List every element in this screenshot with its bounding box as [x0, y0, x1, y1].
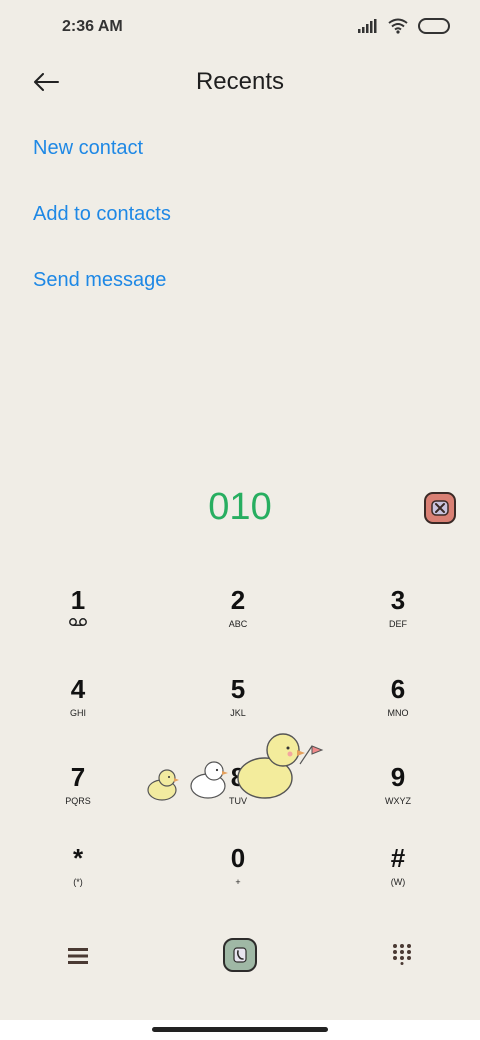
key-hash[interactable]: # (W) [338, 843, 458, 913]
dialer-screen: 2:36 AM Recents New contact Add to conta… [0, 0, 480, 1040]
key-2[interactable]: 2 ABC [178, 585, 298, 655]
key-1[interactable]: 1 [18, 585, 138, 655]
status-icons [358, 18, 450, 34]
key-letters: MNO [387, 708, 409, 718]
key-digit: 4 [70, 674, 86, 704]
key-6[interactable]: 6 MNO [338, 674, 458, 744]
key-digit: 0 [230, 843, 246, 873]
key-letters: PQRS [65, 796, 91, 806]
menu-button[interactable] [64, 942, 92, 970]
home-indicator[interactable] [152, 1027, 328, 1032]
key-letters: GHI [69, 708, 86, 718]
key-9[interactable]: 9 WXYZ [338, 762, 458, 832]
key-digit: # [390, 843, 406, 873]
page-title: Recents [195, 68, 285, 95]
big-duck-icon [237, 733, 324, 799]
call-button[interactable] [223, 938, 257, 972]
add-to-contacts-link[interactable]: Add to contacts [33, 203, 171, 226]
wifi-icon [388, 18, 408, 34]
key-letters: WXYZ [385, 796, 411, 806]
menu-icon [68, 948, 88, 964]
key-letters: DEF [389, 619, 407, 629]
header: Recents [0, 56, 480, 108]
white-duck-icon [190, 761, 228, 799]
key-digit: 5 [230, 674, 246, 704]
key-4[interactable]: 4 GHI [18, 674, 138, 744]
new-contact-link[interactable]: New contact [33, 137, 143, 160]
key-letters: ABC [228, 619, 248, 629]
key-digit: 3 [390, 585, 406, 615]
voicemail-icon [18, 617, 138, 631]
delete-button[interactable] [424, 492, 456, 524]
key-0[interactable]: 0 + [178, 843, 298, 913]
key-digit: 1 [70, 585, 86, 615]
status-time: 2:36 AM [62, 18, 123, 35]
status-bar: 2:36 AM [0, 0, 480, 56]
key-digit: 9 [390, 762, 406, 792]
key-3[interactable]: 3 DEF [338, 585, 458, 655]
key-7[interactable]: 7 PQRS [18, 762, 138, 832]
key-digit: 7 [70, 762, 86, 792]
key-digit: * [72, 843, 84, 873]
dialpad-toggle-button[interactable] [388, 940, 416, 968]
delete-icon [431, 500, 449, 516]
send-message-link[interactable]: Send message [33, 269, 166, 292]
key-letters: JKL [230, 708, 246, 718]
phone-icon [233, 947, 247, 963]
bottom-bar [0, 930, 480, 984]
dialpad-icon [393, 944, 411, 965]
signal-icon [358, 19, 377, 33]
small-duck-icon [147, 769, 179, 801]
battery-icon [418, 18, 450, 34]
key-digit: 6 [390, 674, 406, 704]
key-letters: + [235, 877, 241, 887]
key-letters: (*) [73, 877, 83, 887]
key-star[interactable]: * (*) [18, 843, 138, 913]
duck-decoration-icon [147, 733, 324, 801]
dialed-number: 010 [208, 486, 272, 528]
key-letters: (W) [390, 877, 406, 887]
key-digit: 2 [230, 585, 246, 615]
